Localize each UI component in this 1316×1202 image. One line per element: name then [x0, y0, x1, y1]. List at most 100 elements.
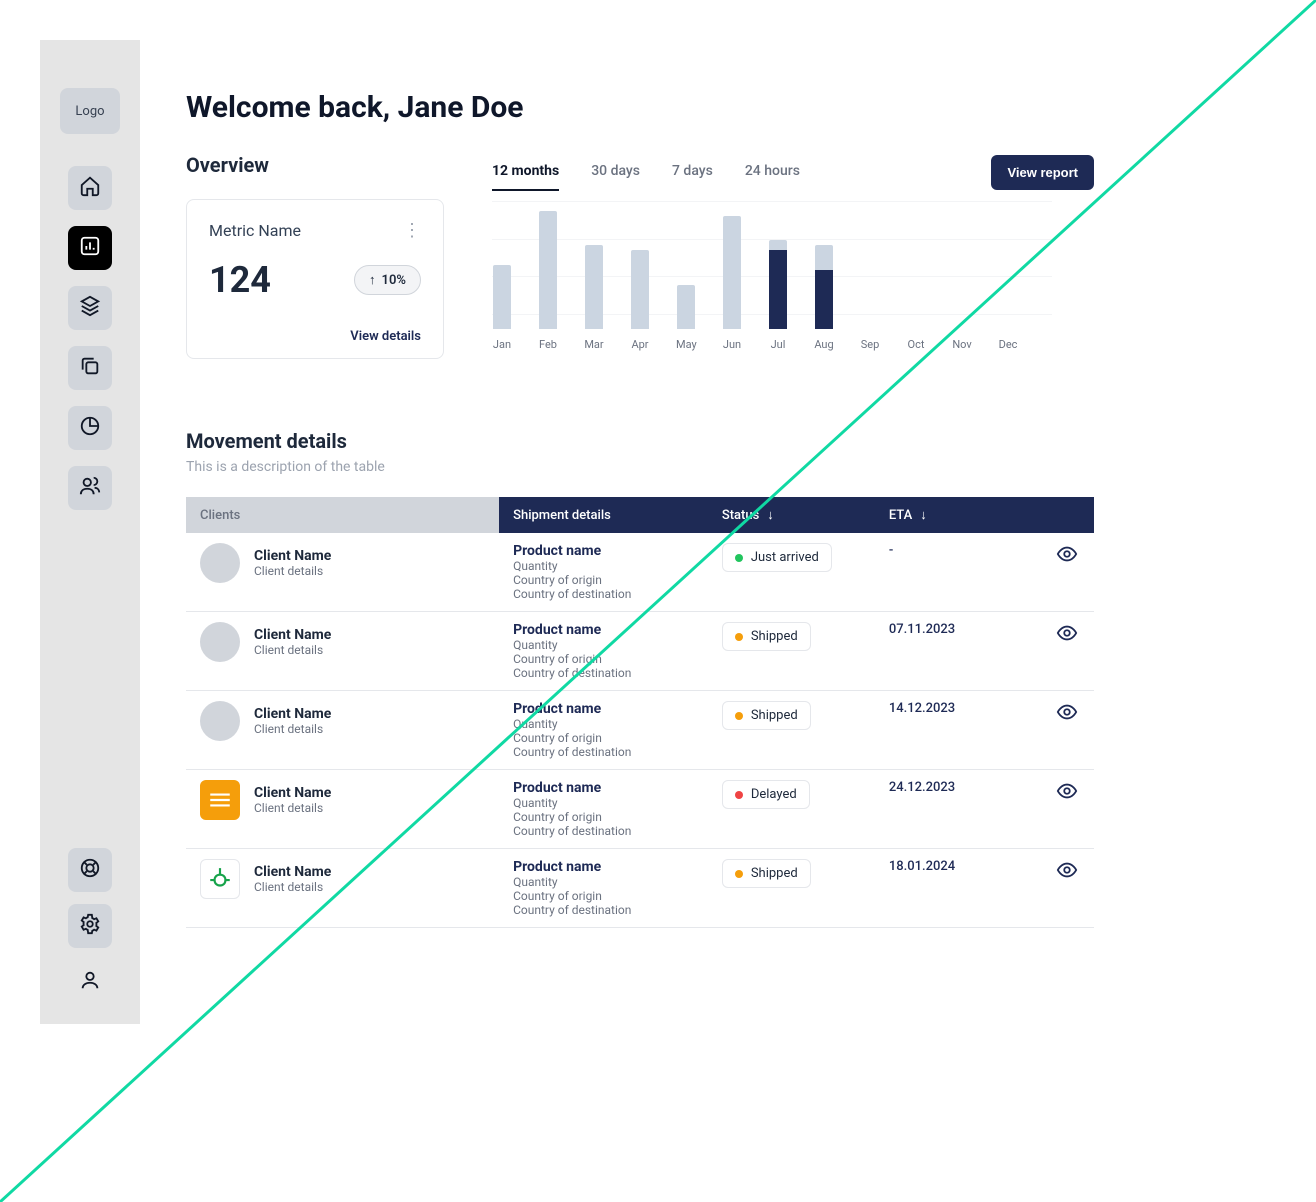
product-origin: Country of origin	[513, 810, 694, 824]
col-status[interactable]: Status↓	[708, 497, 875, 533]
nav-reports[interactable]	[68, 406, 112, 450]
chart-bar	[676, 285, 696, 329]
col-actions	[1042, 497, 1094, 533]
client-sub: Client details	[254, 643, 331, 657]
table-header-row: Clients Shipment details Status↓ ETA↓	[186, 497, 1094, 533]
nav-users[interactable]	[68, 466, 112, 510]
nav-help[interactable]	[68, 848, 112, 892]
axis-label: Apr	[630, 338, 650, 351]
pie-chart-icon	[79, 415, 101, 441]
axis-label: Jun	[722, 338, 742, 351]
axis-label: Oct	[906, 338, 926, 351]
product-dest: Country of destination	[513, 587, 694, 601]
eta: -	[875, 533, 1042, 612]
delta-pill: ↑ 10%	[354, 265, 421, 295]
client-name: Client Name	[254, 785, 331, 801]
axis-label: Dec	[998, 338, 1018, 351]
status-badge: Delayed	[722, 780, 810, 809]
more-icon[interactable]: ⋮	[403, 220, 421, 241]
chart-bar	[768, 240, 788, 329]
product-name: Product name	[513, 701, 694, 717]
avatar	[200, 622, 240, 662]
client-sub: Client details	[254, 564, 331, 578]
client-sub: Client details	[254, 880, 331, 894]
product-qty: Quantity	[513, 875, 694, 889]
table-row: Client NameClient details Product nameQua…	[186, 612, 1094, 691]
product-name: Product name	[513, 543, 694, 559]
eta: 18.01.2024	[875, 849, 1042, 928]
movement-title: Movement details	[186, 429, 1094, 453]
gear-icon	[79, 913, 101, 939]
client-sub: Client details	[254, 801, 331, 815]
nav-profile[interactable]	[68, 960, 112, 1004]
eta: 14.12.2023	[875, 691, 1042, 770]
product-origin: Country of origin	[513, 731, 694, 745]
axis-label: Mar	[584, 338, 604, 351]
view-row-button[interactable]	[1056, 554, 1078, 569]
metric-card: Metric Name ⋮ 124 ↑ 10% View details	[186, 199, 444, 359]
view-row-button[interactable]	[1056, 870, 1078, 885]
status-badge: Shipped	[722, 859, 811, 888]
client-name: Client Name	[254, 864, 331, 880]
nav-home[interactable]	[68, 166, 112, 210]
view-row-button[interactable]	[1056, 712, 1078, 727]
axis-label: Nov	[952, 338, 972, 351]
axis-label: Jul	[768, 338, 788, 351]
view-row-button[interactable]	[1056, 633, 1078, 648]
tab-24-hours[interactable]: 24 hours	[745, 153, 800, 191]
copy-icon	[79, 355, 101, 381]
view-report-button[interactable]: View report	[991, 155, 1094, 190]
nav-dashboard[interactable]	[68, 226, 112, 270]
bar-chart: JanFebMarAprMayJunJulAugSepOctNovDec	[492, 201, 1052, 351]
client-sub: Client details	[254, 722, 331, 736]
product-origin: Country of origin	[513, 652, 694, 666]
chart-bar	[492, 265, 512, 329]
user-icon	[79, 969, 101, 995]
tab-7-days[interactable]: 7 days	[672, 153, 713, 191]
nav-copy[interactable]	[68, 346, 112, 390]
product-qty: Quantity	[513, 717, 694, 731]
avatar	[200, 859, 240, 899]
nav-layers[interactable]	[68, 286, 112, 330]
tab-12-months[interactable]: 12 months	[492, 153, 559, 191]
eta: 24.12.2023	[875, 770, 1042, 849]
delta-value: 10%	[382, 273, 406, 288]
metric-value: 124	[209, 259, 271, 301]
nav-settings[interactable]	[68, 904, 112, 948]
col-shipment[interactable]: Shipment details	[499, 497, 708, 533]
status-badge: Shipped	[722, 622, 811, 651]
eye-icon	[1056, 633, 1078, 648]
page-title: Welcome back, Jane Doe	[186, 90, 1094, 125]
lifebuoy-icon	[79, 857, 101, 883]
overview-heading: Overview	[186, 153, 444, 177]
sort-arrow-icon: ↓	[767, 508, 774, 523]
view-details-link[interactable]: View details	[350, 329, 421, 344]
axis-label: Feb	[538, 338, 558, 351]
table-row: Client NameClient detailsProduct nameQua…	[186, 849, 1094, 928]
avatar	[200, 701, 240, 741]
col-eta[interactable]: ETA↓	[875, 497, 1042, 533]
tab-30-days[interactable]: 30 days	[591, 153, 640, 191]
eye-icon	[1056, 712, 1078, 727]
chart-bar	[584, 245, 604, 329]
sort-arrow-icon: ↓	[920, 508, 927, 523]
product-origin: Country of origin	[513, 573, 694, 587]
status-badge: Just arrived	[722, 543, 832, 572]
product-qty: Quantity	[513, 638, 694, 652]
eye-icon	[1056, 791, 1078, 806]
chart-panel: 12 months 30 days 7 days 24 hours View r…	[492, 153, 1094, 351]
client-name: Client Name	[254, 706, 331, 722]
avatar	[200, 543, 240, 583]
table-row: Client NameClient details Product nameQua…	[186, 691, 1094, 770]
client-name: Client Name	[254, 627, 331, 643]
metric-name: Metric Name	[209, 221, 301, 240]
client-name: Client Name	[254, 548, 331, 564]
eye-icon	[1056, 554, 1078, 569]
axis-label: May	[676, 338, 696, 351]
view-row-button[interactable]	[1056, 791, 1078, 806]
product-name: Product name	[513, 622, 694, 638]
col-clients[interactable]: Clients	[186, 497, 499, 533]
product-qty: Quantity	[513, 796, 694, 810]
users-icon	[79, 475, 101, 501]
logo: Logo	[60, 88, 120, 134]
